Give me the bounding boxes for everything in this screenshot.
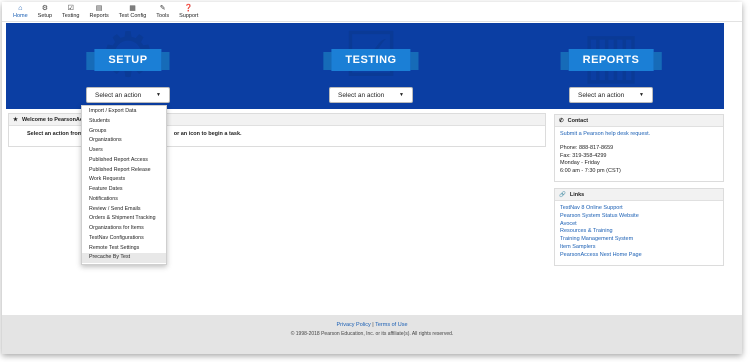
testing-action-select[interactable]: Select an action ▼ (329, 87, 413, 103)
links-header: 🔗 Links (555, 189, 723, 201)
menu-item-precache-by-test[interactable]: Precache By Test (82, 253, 166, 263)
link-avocet[interactable]: Avocet (560, 221, 718, 229)
setup-ribbon: SETUP (86, 49, 170, 71)
nav-label: Testing (62, 12, 80, 19)
menu-item-groups[interactable]: Groups (82, 127, 166, 137)
menu-item-orders-shipment[interactable]: Orders & Shipment Tracking (82, 214, 166, 224)
footer-links: Privacy Policy | Terms of Use (2, 315, 742, 328)
nav-label: Setup (37, 12, 53, 19)
nav-label: Support (179, 12, 199, 19)
contact-hours: 6:00 am - 7:30 pm (CST) (560, 168, 621, 175)
nav-label: Tools (156, 12, 170, 19)
home-icon: ⌂ (18, 4, 23, 12)
privacy-policy-link[interactable]: Privacy Policy (336, 322, 370, 328)
testing-ribbon: TESTING (323, 49, 419, 71)
gear-icon: ⚙ (41, 4, 48, 12)
menu-item-review-send-emails[interactable]: Review / Send Emails (82, 205, 166, 215)
page-footer: Privacy Policy | Terms of Use © 1998-201… (2, 315, 742, 354)
menu-item-work-requests[interactable]: Work Requests (82, 175, 166, 185)
nav-tools[interactable]: ✎ Tools (151, 2, 174, 22)
link-testnav-support[interactable]: TestNav 8 Online Support (560, 205, 718, 213)
contact-card: ✆ Contact Submit a Pearson help desk req… (554, 114, 724, 182)
menu-item-remote-test-settings[interactable]: Remote Test Settings (82, 244, 166, 254)
menu-item-published-report-release[interactable]: Published Report Release (82, 166, 166, 176)
nav-reports[interactable]: ▤ Reports (84, 2, 113, 22)
checkbox-icon: ☑ (67, 4, 74, 12)
reports-section: ▥ REPORTS Select an action ▼ (511, 23, 711, 109)
menu-item-import-export[interactable]: Import / Export Data (82, 107, 166, 117)
reports-ribbon: REPORTS (560, 49, 662, 71)
setup-section: ⚙ SETUP Select an action ▼ (28, 23, 228, 109)
nav-test-config[interactable]: ▦ Test Config (114, 2, 152, 22)
select-value: Select an action (578, 91, 625, 99)
help-desk-link[interactable]: Submit a Pearson help desk request. (560, 131, 718, 139)
nav-support[interactable]: ❓ Support (174, 2, 203, 22)
select-value: Select an action (95, 91, 142, 99)
config-icon: ▦ (129, 4, 136, 12)
contact-title: Contact (567, 117, 589, 124)
nav-label: Reports (89, 12, 109, 19)
nav-home[interactable]: ⌂ Home (8, 2, 33, 22)
question-icon: ❓ (184, 4, 194, 12)
contact-header: ✆ Contact (555, 115, 723, 127)
menu-item-students[interactable]: Students (82, 117, 166, 127)
links-title: Links (569, 191, 585, 198)
welcome-text-end: or an icon to begin a task. (173, 131, 242, 137)
caret-down-icon: ▼ (156, 92, 161, 98)
select-value: Select an action (338, 91, 385, 99)
top-navigation: ⌂ Home ⚙ Setup ☑ Testing ▤ Reports ▦ Tes… (2, 2, 742, 22)
menu-item-organizations-for-items[interactable]: Organizations for Items (82, 224, 166, 234)
link-item-samplers[interactable]: Item Samplers (560, 244, 718, 252)
contact-phone: Phone: 888-817-8659 (560, 144, 614, 151)
menu-item-organizations[interactable]: Organizations (82, 136, 166, 146)
caret-down-icon: ▼ (399, 92, 404, 98)
nav-setup[interactable]: ⚙ Setup (33, 2, 57, 22)
link-resources-training[interactable]: Resources & Training (560, 228, 718, 236)
welcome-text-start: Select an action from (27, 131, 83, 137)
caret-down-icon: ▼ (639, 92, 644, 98)
menu-item-testnav-configurations[interactable]: TestNav Configurations (82, 234, 166, 244)
hero-banner: ⚙ SETUP Select an action ▼ ☑ TESTING Sel… (6, 23, 724, 109)
nav-testing[interactable]: ☑ Testing (57, 2, 84, 22)
contact-fax: Fax: 319-358-4299 (560, 152, 607, 159)
copyright: © 1998-2018 Pearson Education, Inc. or i… (290, 331, 454, 337)
setup-action-select[interactable]: Select an action ▼ (86, 87, 170, 103)
app-window: ⌂ Home ⚙ Setup ☑ Testing ▤ Reports ▦ Tes… (2, 2, 742, 354)
menu-item-feature-dates[interactable]: Feature Dates (82, 185, 166, 195)
link-training-management[interactable]: Training Management System (560, 236, 718, 244)
footer-separator: | (372, 322, 374, 328)
links-card: 🔗 Links TestNav 8 Online Support Pearson… (554, 188, 724, 266)
menu-item-published-report-access[interactable]: Published Report Access (82, 156, 166, 166)
terms-of-use-link[interactable]: Terms of Use (375, 322, 407, 328)
contact-days: Monday - Friday (560, 160, 600, 167)
welcome-title: Welcome to PearsonAcc (21, 116, 87, 123)
link-icon: 🔗 (559, 191, 566, 198)
nav-label: Home (13, 12, 28, 19)
menu-item-notifications[interactable]: Notifications (82, 195, 166, 205)
chart-icon: ▤ (95, 4, 103, 12)
star-icon: ★ (13, 116, 18, 123)
menu-item-users[interactable]: Users (82, 146, 166, 156)
nav-label: Test Config (118, 12, 147, 19)
reports-action-select[interactable]: Select an action ▼ (569, 87, 653, 103)
link-home-page[interactable]: PearsonAccess Next Home Page (560, 252, 718, 260)
phone-icon: ✆ (559, 117, 564, 124)
testing-section: ☑ TESTING Select an action ▼ (271, 23, 471, 109)
wrench-icon: ✎ (159, 4, 166, 12)
setup-action-menu: Import / Export Data Students Groups Org… (81, 105, 167, 265)
link-system-status[interactable]: Pearson System Status Website (560, 213, 718, 221)
